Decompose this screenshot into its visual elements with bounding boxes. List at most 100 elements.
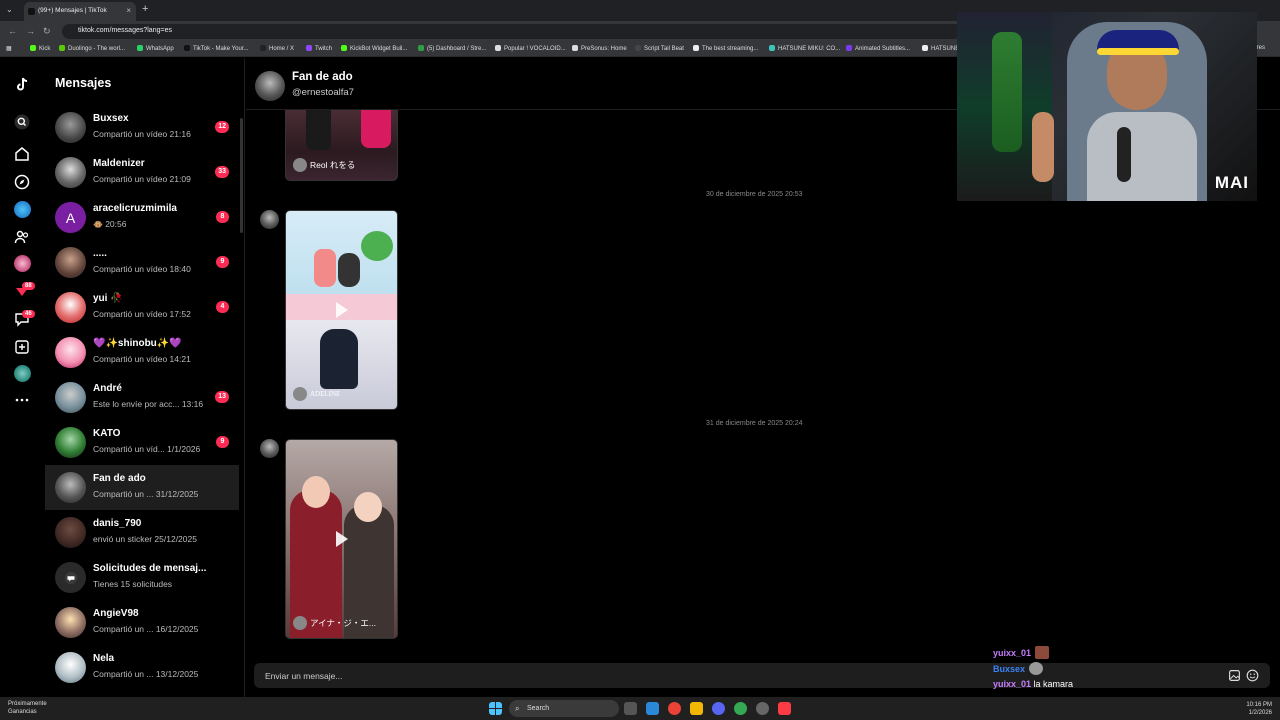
- search-icon: ⌕: [515, 704, 520, 713]
- unread-badge: 9: [216, 256, 229, 268]
- bookmark-kick[interactable]: Kick: [30, 45, 50, 52]
- shared-video[interactable]: アイナ・ジ・エ...: [285, 439, 398, 639]
- shared-video[interactable]: ADELINE: [285, 210, 398, 410]
- unread-badge: 13: [215, 391, 229, 403]
- live-avatar-icon[interactable]: [14, 255, 31, 272]
- shared-video[interactable]: Reol れをる: [285, 110, 398, 181]
- activity-badge: 88: [22, 282, 35, 290]
- conversation-preview: Compartió un ... 31/12/2025: [93, 489, 199, 499]
- sender-avatar[interactable]: [260, 439, 279, 458]
- explore-icon[interactable]: [13, 173, 31, 191]
- apps-grid-icon[interactable]: ▦: [6, 45, 12, 52]
- bookmark-dashboard[interactable]: (5) Dashboard / Stre...: [418, 45, 486, 52]
- close-tab-icon[interactable]: ×: [126, 6, 131, 15]
- timestamp: 30 de diciembre de 2025 20:53: [706, 191, 803, 198]
- back-icon[interactable]: ←: [8, 26, 17, 36]
- avatar: [55, 652, 86, 683]
- sender-avatar[interactable]: [260, 210, 279, 229]
- conversation-item[interactable]: KATO Compartió un víd... 1/1/2026 9: [45, 420, 239, 465]
- taskbar-clock[interactable]: 10:16 PM 1/2/2026: [1246, 701, 1272, 717]
- conversation-item[interactable]: Maldenizer Compartió un vídeo 21:09 33: [45, 150, 239, 195]
- url-text[interactable]: tiktok.com/messages?lang=es: [78, 27, 172, 34]
- bookmark-x[interactable]: Home / X: [260, 45, 294, 52]
- bookmark-duolingo[interactable]: Duolingo - The worl...: [59, 45, 125, 52]
- message-input-bar[interactable]: Enviar un mensaje...: [254, 663, 1270, 688]
- conversation-scrollbar[interactable]: [240, 118, 243, 233]
- taskbar-search[interactable]: ⌕ Search: [509, 700, 619, 717]
- conversation-item[interactable]: Nela Compartió un ... 13/12/2025: [45, 645, 239, 690]
- avatar: [55, 112, 86, 143]
- bookmark-streaming[interactable]: The best streaming...: [693, 45, 758, 52]
- emoji-icon[interactable]: [1246, 669, 1259, 682]
- bookmark-twitch[interactable]: Twitch: [306, 45, 332, 52]
- stream-chat-message: Buxsex: [993, 662, 1044, 675]
- bookmark-script[interactable]: Script Tail Beat: [635, 45, 684, 52]
- bookmark-vocaloid[interactable]: Popular ! VOCALOID...: [495, 45, 566, 52]
- conversation-name: danis_790: [93, 518, 142, 529]
- reload-icon[interactable]: ↻: [43, 26, 51, 37]
- friends-icon[interactable]: [13, 228, 31, 246]
- conversation-preview: Compartió un vídeo 14:21: [93, 354, 191, 364]
- conversation-item[interactable]: AngieV98 Compartió un ... 16/12/2025: [45, 600, 239, 645]
- conversation-item-active[interactable]: Fan de ado Compartió un ... 31/12/2025: [45, 465, 239, 510]
- upload-icon[interactable]: [13, 338, 31, 356]
- conversation-item[interactable]: yui 🥀 Compartió un vídeo 17:52 4: [45, 285, 239, 330]
- emote-icon: [1035, 646, 1050, 659]
- bookmark-presonus[interactable]: PreSonus: Home: [572, 45, 627, 52]
- url-bar[interactable]: [62, 24, 962, 39]
- more-icon[interactable]: [13, 391, 31, 409]
- search-icon[interactable]: [13, 113, 31, 131]
- image-upload-icon[interactable]: [1228, 669, 1241, 682]
- message-requests-item[interactable]: Solicitudes de mensaj... Tienes 15 solic…: [45, 555, 239, 600]
- bookmark-tiktok[interactable]: TikTok - Make Your...: [184, 45, 248, 52]
- bookmark-subtitles[interactable]: Animated Subtitles...: [846, 45, 910, 52]
- new-tab-icon[interactable]: +: [142, 3, 148, 15]
- browser-tab[interactable]: (99+) Mensajes | TikTok ×: [24, 2, 136, 21]
- chat-name[interactable]: Fan de ado: [292, 71, 353, 83]
- conversation-preview: Tienes 15 solicitudes: [93, 579, 173, 589]
- tiktok-favicon-icon: [28, 8, 35, 15]
- forward-icon[interactable]: →: [26, 26, 35, 36]
- chat-avatar[interactable]: [255, 71, 285, 101]
- chat-handle[interactable]: @ernestoalfa7: [292, 87, 354, 98]
- tiktok-logo-icon[interactable]: [13, 76, 31, 94]
- avatar: [55, 427, 86, 458]
- chrome-icon[interactable]: [668, 702, 681, 715]
- conversation-preview: envió un sticker 25/12/2025: [93, 534, 197, 544]
- conversation-name: .....: [93, 248, 107, 259]
- conversation-item[interactable]: A aracelicruzmimila 🐵 20:56 8: [45, 195, 239, 240]
- tab-search-icon[interactable]: ⌄: [6, 5, 13, 14]
- weather-widget[interactable]: Próximamente Ganancias: [8, 700, 47, 716]
- bookmark-miku[interactable]: HATSUNE MIKU: CO...: [769, 45, 840, 52]
- unread-badge: 33: [215, 166, 229, 178]
- conversation-name: KATO: [93, 428, 121, 439]
- file-explorer-icon[interactable]: [690, 702, 703, 715]
- home-icon[interactable]: [13, 145, 31, 163]
- message-input[interactable]: Enviar un mensaje...: [265, 671, 342, 681]
- conversation-item[interactable]: ..... Compartió un vídeo 18:40 9: [45, 240, 239, 285]
- bookmark-whatsapp[interactable]: WhatsApp: [137, 45, 174, 52]
- obs-icon[interactable]: [756, 702, 769, 715]
- avatar: [55, 292, 86, 323]
- conversation-item[interactable]: Buxsex Compartió un vídeo 21:16 12: [45, 105, 239, 150]
- bookmark-hatsune[interactable]: HATSUNE: [922, 45, 959, 52]
- bookmark-kickbot[interactable]: KickBot Widget Buil...: [341, 45, 407, 52]
- conversation-item[interactable]: danis_790 envió un sticker 25/12/2025: [45, 510, 239, 555]
- conversation-name: André: [93, 383, 122, 394]
- music-icon[interactable]: [778, 702, 791, 715]
- chrome-profile-icon[interactable]: [734, 702, 747, 715]
- windows-start-icon[interactable]: [489, 702, 502, 715]
- profile-avatar-icon[interactable]: [14, 365, 31, 382]
- avatar-emote-icon: [1029, 662, 1044, 675]
- video-caption: アイナ・ジ・エ...: [293, 616, 376, 630]
- unread-badge: 12: [215, 121, 229, 133]
- task-view-icon[interactable]: [624, 702, 637, 715]
- mail-icon[interactable]: [646, 702, 659, 715]
- cam-label: MAI: [1214, 173, 1249, 192]
- conversation-item[interactable]: 💜✨shinobu✨💜 Compartió un vídeo 14:21: [45, 330, 239, 375]
- discord-icon[interactable]: [712, 702, 725, 715]
- conversation-preview: Este lo envíe por acc... 13:16: [93, 399, 204, 409]
- conversation-item[interactable]: André Este lo envíe por acc... 13:16 13: [45, 375, 239, 420]
- conversation-name: AngieV98: [93, 608, 139, 619]
- following-avatar-icon[interactable]: [14, 201, 31, 218]
